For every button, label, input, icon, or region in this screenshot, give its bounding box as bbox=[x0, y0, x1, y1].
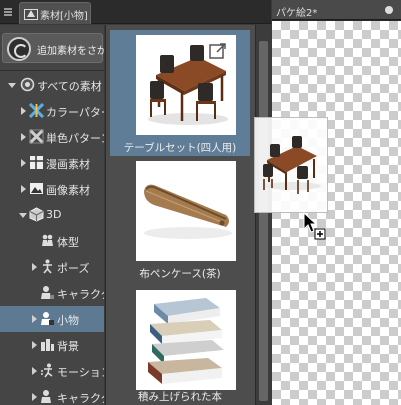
chevron-down-icon[interactable] bbox=[19, 213, 27, 218]
tree-item-label: すべての素材 bbox=[37, 80, 102, 93]
mono-pattern-icon bbox=[29, 129, 44, 144]
table-set-drag-image bbox=[263, 136, 321, 194]
scrollbar-thumb[interactable] bbox=[259, 41, 268, 401]
tree-item-background[interactable]: 背景 bbox=[0, 332, 104, 358]
tree-item-body-type[interactable]: 体型 bbox=[0, 228, 104, 254]
color-pattern-icon bbox=[29, 103, 44, 118]
divider bbox=[0, 70, 104, 71]
tree-item-label: 3D bbox=[46, 208, 62, 221]
tree-item-label: カラーパターン bbox=[46, 106, 104, 119]
body-type-icon bbox=[42, 234, 53, 246]
tab-material[interactable]: 素材[小物] bbox=[19, 2, 91, 24]
material-card-label: 布ペンケース(茶) bbox=[139, 268, 221, 280]
chevron-right-icon[interactable] bbox=[21, 185, 26, 193]
tree-item-pose[interactable]: ポーズ bbox=[0, 254, 104, 280]
material-card-stacked-books[interactable]: 積み上げられた本 bbox=[110, 287, 250, 405]
pen-case-illustration bbox=[144, 184, 232, 239]
open-external-icon[interactable] bbox=[209, 42, 227, 60]
tree-item-label: 漫画素材 bbox=[46, 158, 90, 171]
tree-item-small-objects[interactable]: 小物 bbox=[0, 306, 104, 332]
material-icon bbox=[24, 9, 38, 20]
tree-item-label: 体型 bbox=[57, 236, 79, 249]
globe-icon bbox=[20, 77, 35, 92]
chevron-right-icon[interactable] bbox=[32, 263, 37, 271]
background-icon bbox=[41, 339, 54, 351]
chevron-right-icon[interactable] bbox=[21, 107, 26, 115]
tab-material-label: 素材[小物] bbox=[40, 11, 88, 22]
tree-item-all-materials[interactable]: すべての素材 bbox=[0, 72, 104, 98]
find-additional-materials-button[interactable]: 追加素材をさがす bbox=[2, 33, 104, 63]
thumbnail-scrollbar[interactable] bbox=[255, 25, 271, 405]
chevron-right-icon[interactable] bbox=[21, 133, 26, 141]
chevron-right-icon[interactable] bbox=[32, 393, 37, 401]
tree-item-label: ポーズ bbox=[57, 262, 90, 275]
tree-item-image[interactable]: 画像素材 bbox=[0, 176, 104, 202]
material-card-table-set[interactable]: テーブルセット(四人用) bbox=[110, 30, 250, 156]
chevron-right-icon[interactable] bbox=[32, 341, 37, 349]
motion-icon bbox=[41, 363, 53, 378]
material-thumbnail-list: テーブルセット(四人用) 布ペンケース(茶) 積み上げられた本 bbox=[105, 25, 255, 405]
tree-item-label: 背景 bbox=[57, 340, 79, 353]
material-tree-panel: 追加素材をさがす すべての素材 カラーパターン 単色パターン bbox=[0, 25, 104, 405]
material-card-pen-case[interactable]: 布ペンケース(茶) bbox=[110, 158, 250, 282]
chevron-right-icon[interactable] bbox=[21, 159, 26, 167]
small-object-icon bbox=[41, 312, 54, 325]
drag-preview-thumbnail bbox=[254, 117, 328, 213]
tree-item-label: キャラクター bbox=[57, 392, 104, 405]
document-tab-label: パケ絵2* bbox=[276, 8, 318, 19]
chevron-down-icon[interactable] bbox=[8, 83, 16, 88]
pen-case-thumbnail bbox=[136, 161, 236, 261]
tree-item-color-pattern[interactable]: カラーパターン bbox=[0, 98, 104, 124]
image-icon bbox=[30, 183, 43, 194]
tree-item-label: 単色パターン bbox=[46, 132, 104, 145]
chevron-right-icon[interactable] bbox=[32, 367, 37, 375]
character-icon bbox=[41, 390, 51, 403]
tree-item-manga[interactable]: 漫画素材 bbox=[0, 150, 104, 176]
material-card-label: テーブルセット(四人用) bbox=[123, 142, 237, 154]
tree-item-character[interactable]: キャラクター bbox=[0, 280, 104, 306]
panel-menu-icon[interactable] bbox=[2, 6, 14, 18]
stacked-books-illustration bbox=[148, 298, 224, 384]
pose-icon bbox=[43, 259, 52, 274]
tree-item-label: キャラクター bbox=[57, 288, 104, 301]
tree-item-motion[interactable]: モーション bbox=[0, 358, 104, 384]
manga-icon bbox=[30, 156, 43, 169]
chevron-right-icon[interactable] bbox=[32, 315, 37, 323]
document-tab[interactable]: パケ絵2* bbox=[272, 0, 401, 20]
tree-item-mono-pattern[interactable]: 単色パターン bbox=[0, 124, 104, 150]
tree-item-label: 画像素材 bbox=[46, 184, 90, 197]
stacked-books-thumbnail bbox=[136, 290, 236, 390]
drag-copy-cursor-icon bbox=[303, 212, 326, 240]
panel-tab-strip: 素材[小物] bbox=[0, 0, 271, 24]
clip-studio-assets-icon bbox=[7, 37, 31, 61]
close-icon[interactable] bbox=[385, 6, 393, 14]
character-icon bbox=[41, 286, 54, 299]
find-materials-label: 追加素材をさがす bbox=[37, 46, 104, 57]
tree-item-3d[interactable]: 3D bbox=[0, 202, 104, 228]
tree-item-character-2[interactable]: キャラクター bbox=[0, 384, 104, 405]
material-card-label: 積み上げられた本 bbox=[138, 391, 222, 403]
cube-icon bbox=[29, 207, 44, 222]
tree-item-label: モーション bbox=[57, 366, 104, 379]
tree-item-label: 小物 bbox=[57, 314, 79, 327]
